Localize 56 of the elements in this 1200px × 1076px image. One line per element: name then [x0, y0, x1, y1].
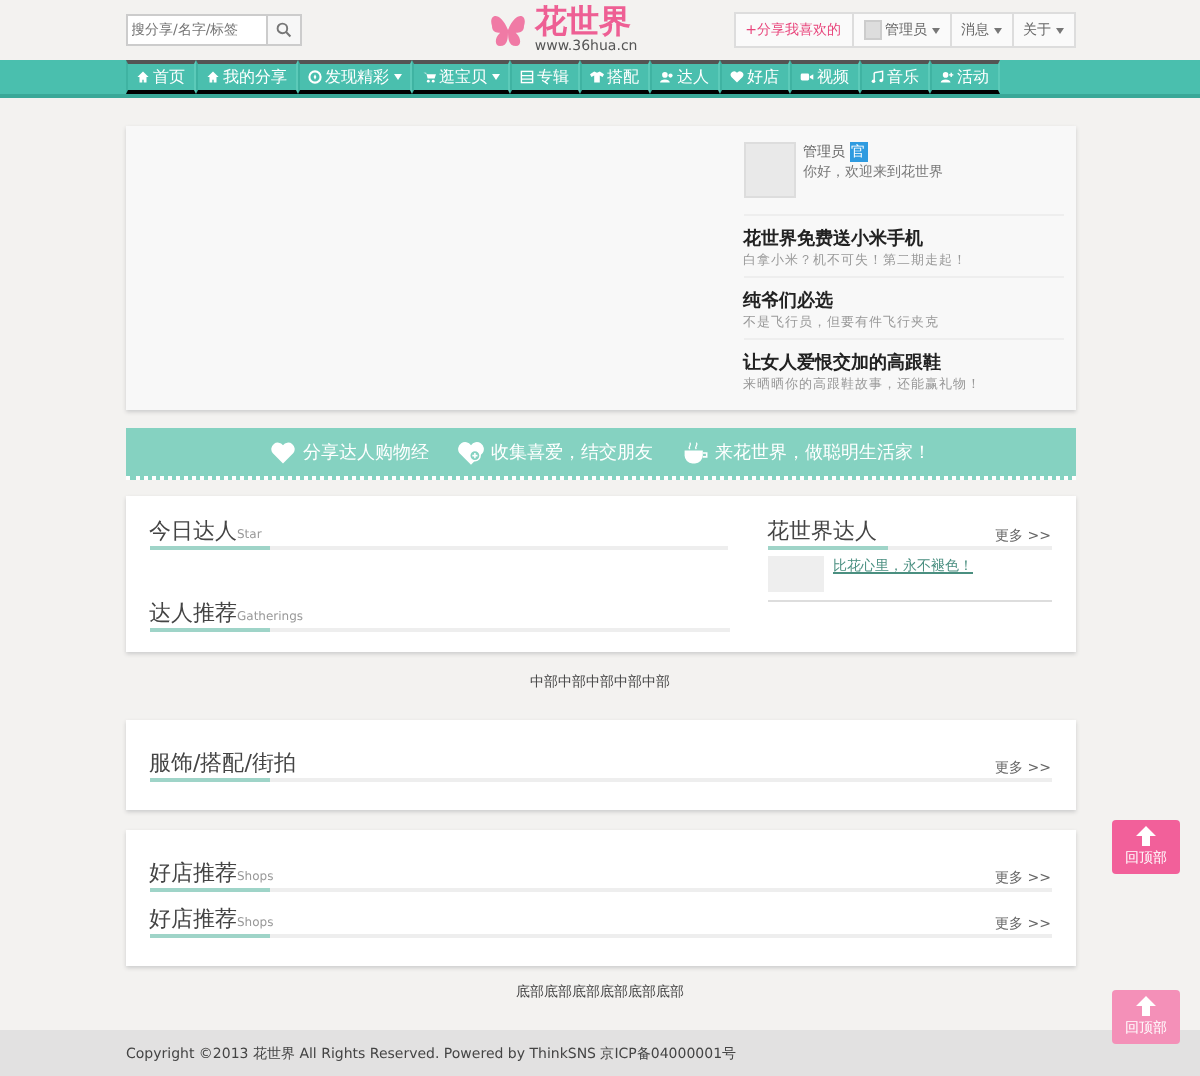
section-underline	[149, 888, 269, 892]
nav-item[interactable]: 逛宝贝	[411, 60, 509, 94]
caret-icon	[393, 74, 401, 80]
section-underline	[149, 934, 269, 938]
article-title[interactable]: 让女人爱恨交加的高跟鞋	[743, 350, 1063, 376]
search-button[interactable]	[265, 14, 301, 46]
section-underline	[149, 628, 269, 632]
section-title: 花世界达人	[767, 518, 877, 544]
users-icon	[659, 70, 673, 84]
heart-icon	[269, 439, 295, 465]
section-title: 达人推荐	[149, 600, 237, 626]
user-add-icon	[939, 70, 953, 84]
grid-icon	[519, 70, 533, 84]
up-arrow-icon	[1136, 826, 1156, 846]
nav-item[interactable]: 活动	[929, 60, 999, 94]
section-underline	[149, 778, 269, 782]
section-title: 好店推荐	[149, 906, 237, 932]
section-title: 好店推荐	[149, 860, 237, 886]
section-underline	[149, 546, 269, 550]
video-camera-icon	[799, 70, 813, 84]
caret-icon	[931, 27, 939, 33]
nav-item[interactable]: 搭配	[579, 60, 649, 94]
avatar-icon	[863, 20, 881, 40]
slogan-text: 分享达人购物经	[303, 441, 429, 465]
heart-plus-icon	[457, 439, 483, 465]
section-title: 服饰/搭配/街拍	[149, 750, 296, 776]
nav-item[interactable]: 我的分享	[195, 60, 297, 94]
cart-icon	[421, 70, 435, 84]
nav-item[interactable]: 音乐	[859, 60, 929, 94]
compass-icon	[307, 70, 321, 84]
article-title[interactable]: 花世界免费送小米手机	[743, 226, 1063, 252]
slogan-text: 来花世界，做聪明生活家！	[715, 441, 931, 465]
article-title[interactable]: 纯爷们必选	[743, 288, 1063, 314]
section-underline	[767, 546, 887, 550]
caret-icon	[491, 74, 499, 80]
butterfly-logo-icon	[488, 10, 529, 50]
logo-text: 花世界	[534, 6, 631, 38]
nav-item[interactable]: 好店	[719, 60, 789, 94]
shirt-icon	[589, 70, 603, 84]
search-icon	[275, 22, 291, 38]
caret-icon	[993, 27, 1001, 33]
section-title: 今日达人	[149, 518, 237, 544]
caret-icon	[1055, 27, 1063, 33]
up-arrow-icon	[1136, 996, 1156, 1016]
coffee-cup-icon	[681, 439, 707, 465]
nav-item[interactable]: 达人	[649, 60, 719, 94]
nav-item[interactable]: 发现精彩	[297, 60, 411, 94]
home-icon	[205, 70, 219, 84]
heart-icon	[729, 70, 743, 84]
nav-item[interactable]: 首页	[125, 60, 195, 94]
nav-item[interactable]: 视频	[789, 60, 859, 94]
home-icon	[135, 70, 149, 84]
music-note-icon	[869, 70, 883, 84]
avatar-icon	[743, 142, 795, 198]
nav-item[interactable]: 专辑	[509, 60, 579, 94]
slogan-text: 收集喜爱，结交朋友	[491, 441, 653, 465]
